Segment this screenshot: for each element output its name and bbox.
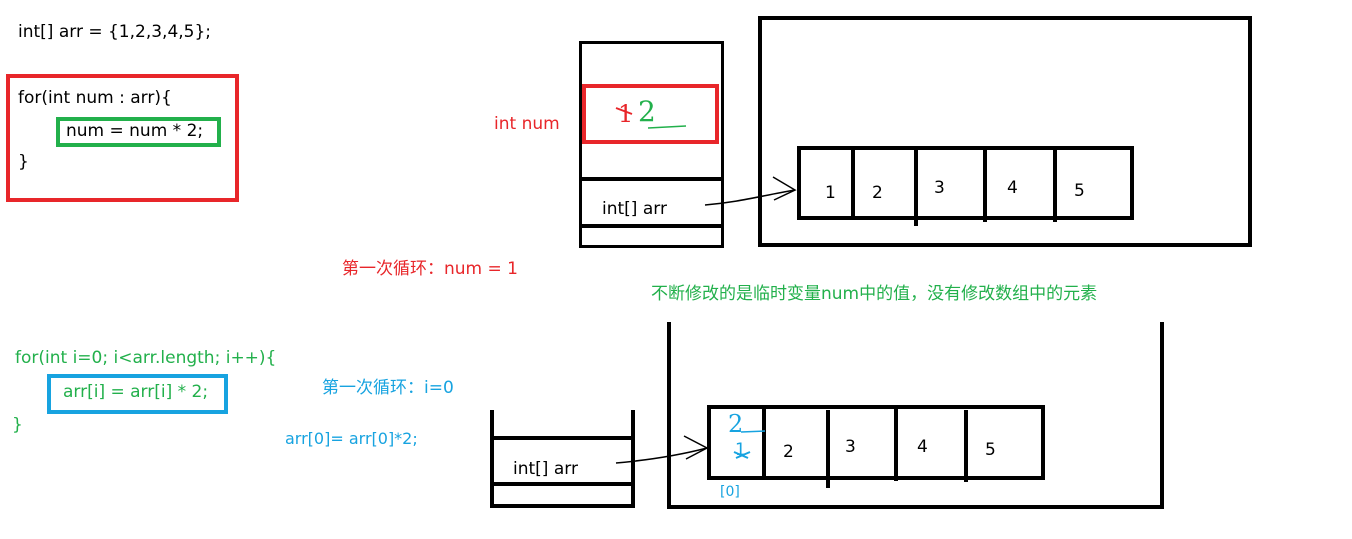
- num-old-scribble: [615, 107, 633, 115]
- num-underline: [647, 125, 687, 129]
- array-first-scribble: [733, 451, 751, 459]
- pointer-arrowhead-top: [772, 176, 797, 201]
- array-first-underline: [740, 430, 766, 433]
- pointer-arrow-top: [704, 189, 796, 206]
- pointer-arrowhead-bottom: [683, 435, 709, 460]
- annotation-strokes: [615, 107, 797, 464]
